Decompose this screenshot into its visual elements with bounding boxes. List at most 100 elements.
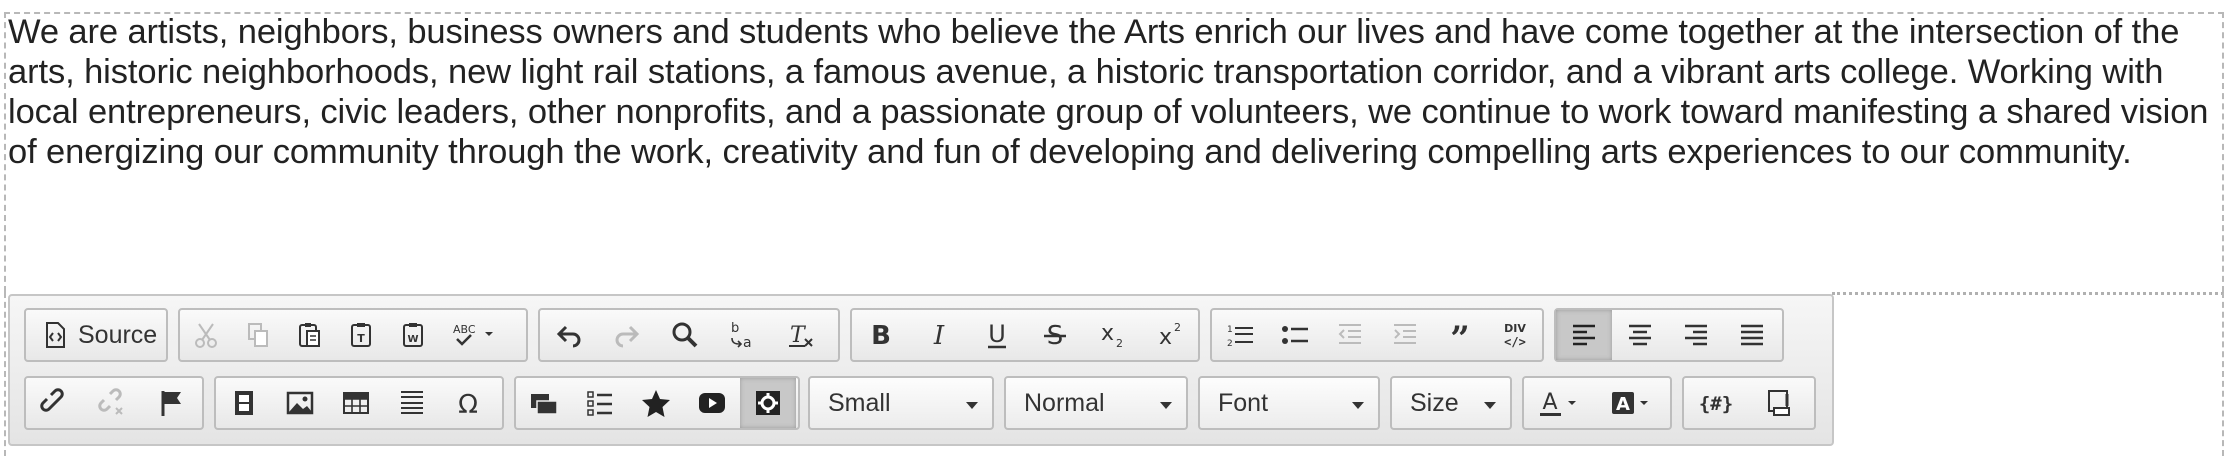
div-icon: DIV</> (1504, 322, 1526, 349)
paste-word-icon: W (403, 323, 423, 347)
link-icon (40, 388, 64, 412)
link-button[interactable] (26, 378, 84, 428)
special-char-button[interactable]: Ω (440, 378, 496, 428)
show-blocks-icon (1768, 390, 1790, 416)
spellcheck-button[interactable]: ABC (440, 310, 506, 360)
bg-color-button[interactable]: A (1596, 378, 1668, 428)
text-color-button[interactable]: A (1524, 378, 1596, 428)
colors-group: A A (1522, 376, 1672, 430)
svg-text:2: 2 (1174, 321, 1181, 334)
show-blocks-button[interactable] (1748, 378, 1812, 428)
checklist-button[interactable] (572, 378, 628, 428)
indent-button[interactable] (1377, 310, 1432, 360)
strike-icon: S (1044, 321, 1066, 350)
unlink-icon (98, 388, 123, 415)
chevron-down-icon (966, 402, 978, 409)
youtube-icon (699, 393, 725, 413)
italic-icon: I (933, 321, 945, 350)
widget-button[interactable] (740, 378, 796, 428)
copy-icon (248, 323, 268, 347)
bold-button[interactable]: B (852, 310, 910, 360)
widget-icon (756, 391, 780, 415)
cut-button[interactable] (180, 310, 232, 360)
svg-text:ABC: ABC (453, 323, 476, 336)
insert-group: Ω (214, 376, 504, 430)
size-combo[interactable]: Size (1390, 376, 1512, 430)
anchor-icon (161, 391, 181, 416)
copy-button[interactable] (232, 310, 284, 360)
youtube-button[interactable] (684, 378, 740, 428)
editor-toolbar: Source T W ABC ba T B I U S x 2 x 2 1 2 … (8, 294, 1834, 446)
align-group (1554, 308, 1784, 362)
style-combo[interactable]: Normal (1004, 376, 1188, 430)
redo-icon (615, 325, 640, 348)
content-paragraph[interactable]: We are artists, neighbors, business owne… (8, 12, 2222, 172)
paragraph-group: 12 ” DIV </> (1210, 308, 1544, 362)
source-label: Source (78, 320, 158, 349)
italic-button[interactable]: I (910, 310, 968, 360)
svg-text:Ω: Ω (458, 390, 478, 418)
paste-icon (299, 323, 320, 347)
font-combo-value: Font (1218, 388, 1269, 417)
replace-button[interactable]: ba (714, 310, 772, 360)
source-group: Source (24, 308, 168, 362)
horizontal-rule-button[interactable] (384, 378, 440, 428)
paste-text-button[interactable]: T (336, 310, 388, 360)
svg-text:2: 2 (1227, 339, 1233, 349)
redo-button[interactable] (598, 310, 656, 360)
underline-icon: U (988, 320, 1006, 349)
paste-button[interactable] (284, 310, 336, 360)
star-button[interactable] (628, 378, 684, 428)
table-icon (343, 392, 369, 414)
strike-button[interactable]: S (1026, 310, 1084, 360)
outdent-icon (1338, 324, 1361, 344)
svg-text:b: b (731, 321, 739, 336)
paste-word-button[interactable]: W (388, 310, 440, 360)
undo-button[interactable] (540, 310, 598, 360)
clipboard-group: T W ABC (178, 308, 528, 362)
spellcheck-icon: ABC (453, 323, 493, 346)
outdent-button[interactable] (1322, 310, 1377, 360)
svg-text:I: I (933, 321, 945, 350)
indent-icon (1393, 324, 1416, 344)
video-button[interactable] (216, 378, 272, 428)
remove-format-button[interactable]: T (772, 310, 830, 360)
bg-color-icon: A (1612, 392, 1648, 415)
unlink-button[interactable] (84, 378, 142, 428)
plugins-group (514, 376, 800, 430)
align-center-icon (1629, 324, 1651, 346)
anchor-button[interactable] (142, 378, 200, 428)
svg-text:x: x (1101, 321, 1114, 346)
find-button[interactable] (656, 310, 714, 360)
font-combo[interactable]: Font (1198, 376, 1380, 430)
align-right-button[interactable] (1668, 310, 1724, 360)
align-left-icon (1573, 324, 1595, 346)
div-button[interactable]: DIV </> (1487, 310, 1542, 360)
templates-button[interactable] (516, 378, 572, 428)
image-button[interactable] (272, 378, 328, 428)
underline-button[interactable]: U (968, 310, 1026, 360)
checklist-icon (587, 391, 612, 416)
table-button[interactable] (328, 378, 384, 428)
video-icon (235, 391, 253, 415)
svg-text:</>: </> (1504, 335, 1526, 349)
links-group (24, 376, 204, 430)
bulleted-list-button[interactable] (1267, 310, 1322, 360)
justify-button[interactable] (1724, 310, 1780, 360)
numbered-list-button[interactable]: 12 (1212, 310, 1267, 360)
undo-icon (556, 325, 581, 348)
align-center-button[interactable] (1612, 310, 1668, 360)
source-button[interactable]: Source (26, 310, 166, 360)
svg-text:a: a (743, 335, 752, 350)
superscript-button[interactable]: x2 (1142, 310, 1200, 360)
format-combo[interactable]: Small (808, 376, 994, 430)
svg-text:”: ” (1450, 320, 1470, 350)
placeholder-button[interactable]: {#} (1684, 378, 1748, 428)
svg-text:W: W (407, 334, 418, 345)
subscript-button[interactable]: x2 (1084, 310, 1142, 360)
svg-text:T: T (790, 323, 807, 348)
svg-text:B: B (871, 321, 891, 350)
bold-icon: B (871, 321, 891, 350)
align-left-button[interactable] (1556, 310, 1612, 360)
blockquote-button[interactable]: ” (1432, 310, 1487, 360)
